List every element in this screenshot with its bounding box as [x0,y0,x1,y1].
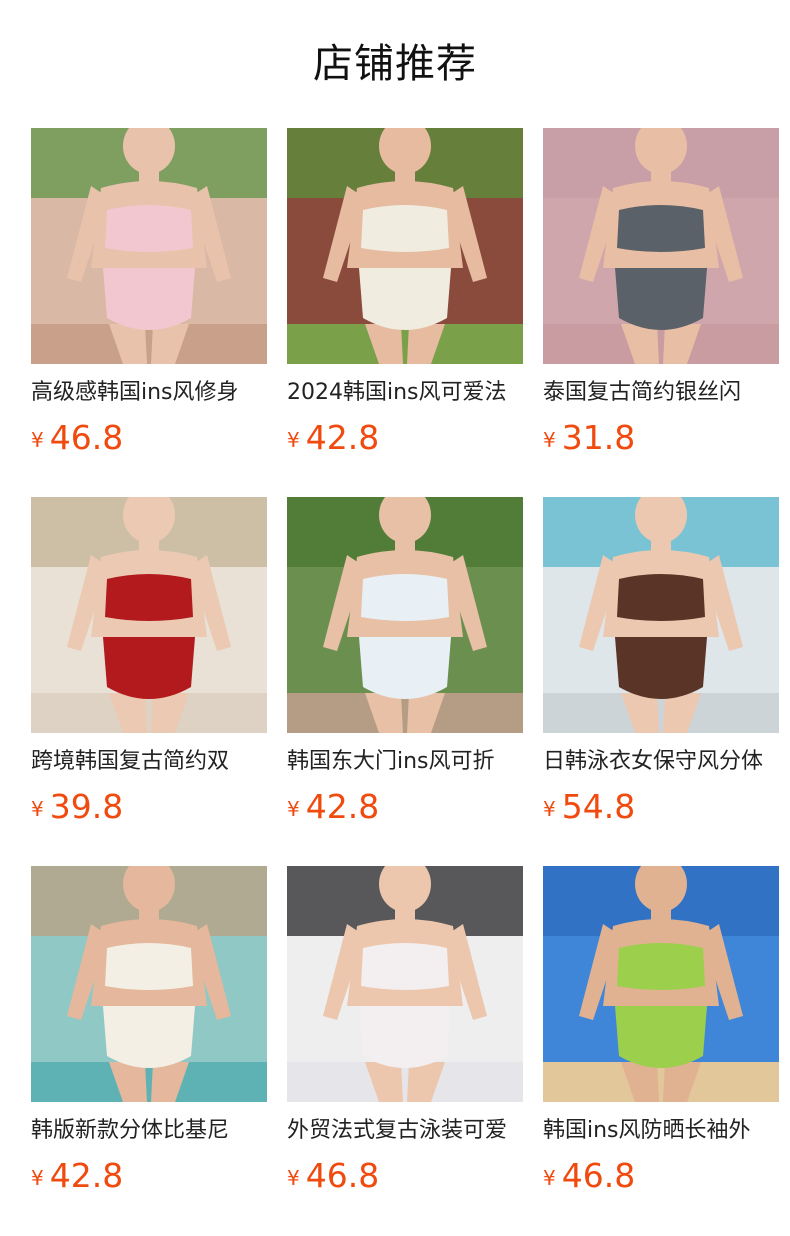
currency-symbol: ¥ [287,428,300,452]
product-card[interactable]: 日韩泳衣女保守风分体 ¥54.8 [543,497,779,837]
product-name[interactable]: 日韩泳衣女保守风分体 [543,745,779,779]
product-price: ¥42.8 [287,416,523,460]
product-image[interactable] [287,497,523,733]
currency-symbol: ¥ [31,428,44,452]
price-amount: 46.8 [305,1156,380,1195]
product-card[interactable]: 高级感韩国ins风修身 ¥46.8 [31,128,267,468]
product-image[interactable] [31,128,267,364]
price-amount: 42.8 [305,787,380,826]
product-price: ¥42.8 [287,785,523,829]
product-card[interactable]: 2024韩国ins风可爱法 ¥42.8 [287,128,523,468]
currency-symbol: ¥ [287,1166,300,1190]
product-price: ¥54.8 [543,785,779,829]
price-amount: 31.8 [561,418,636,457]
product-name[interactable]: 韩国东大门ins风可折 [287,745,523,779]
product-price: ¥46.8 [543,1154,779,1198]
price-amount: 46.8 [561,1156,636,1195]
product-photo [287,128,523,364]
price-amount: 42.8 [49,1156,124,1195]
product-photo [543,128,779,364]
product-price: ¥31.8 [543,416,779,460]
product-price: ¥42.8 [31,1154,267,1198]
product-price: ¥46.8 [287,1154,523,1198]
product-price: ¥46.8 [31,416,267,460]
product-image[interactable] [31,866,267,1102]
product-image[interactable] [287,866,523,1102]
product-photo [31,128,267,364]
product-image[interactable] [543,497,779,733]
price-amount: 54.8 [561,787,636,826]
product-card[interactable]: 韩国东大门ins风可折 ¥42.8 [287,497,523,837]
product-name[interactable]: 韩国ins风防晒长袖外 [543,1114,779,1148]
product-price: ¥39.8 [31,785,267,829]
product-photo [543,497,779,733]
price-amount: 42.8 [305,418,380,457]
currency-symbol: ¥ [543,1166,556,1190]
product-photo [31,497,267,733]
currency-symbol: ¥ [31,1166,44,1190]
currency-symbol: ¥ [287,797,300,821]
product-name[interactable]: 跨境韩国复古简约双 [31,745,267,779]
product-photo [287,866,523,1102]
section-title: 店铺推荐 [313,41,477,87]
product-photo [287,497,523,733]
product-name[interactable]: 泰国复古简约银丝闪 [543,376,779,410]
product-photo [543,866,779,1102]
product-name[interactable]: 韩版新款分体比基尼 [31,1114,267,1148]
product-name[interactable]: 高级感韩国ins风修身 [31,376,267,410]
product-image[interactable] [31,497,267,733]
product-image[interactable] [543,866,779,1102]
currency-symbol: ¥ [31,797,44,821]
price-amount: 39.8 [49,787,124,826]
currency-symbol: ¥ [543,797,556,821]
product-card[interactable]: 泰国复古简约银丝闪 ¥31.8 [543,128,779,468]
product-card[interactable]: 韩版新款分体比基尼 ¥42.8 [31,866,267,1206]
price-amount: 46.8 [49,418,124,457]
product-card[interactable]: 跨境韩国复古简约双 ¥39.8 [31,497,267,837]
product-image[interactable] [287,128,523,364]
product-name[interactable]: 2024韩国ins风可爱法 [287,376,523,410]
product-photo [31,866,267,1102]
product-name[interactable]: 外贸法式复古泳装可爱 [287,1114,523,1148]
currency-symbol: ¥ [543,428,556,452]
product-image[interactable] [543,128,779,364]
product-card[interactable]: 韩国ins风防晒长袖外 ¥46.8 [543,866,779,1206]
product-card[interactable]: 外贸法式复古泳装可爱 ¥46.8 [287,866,523,1206]
